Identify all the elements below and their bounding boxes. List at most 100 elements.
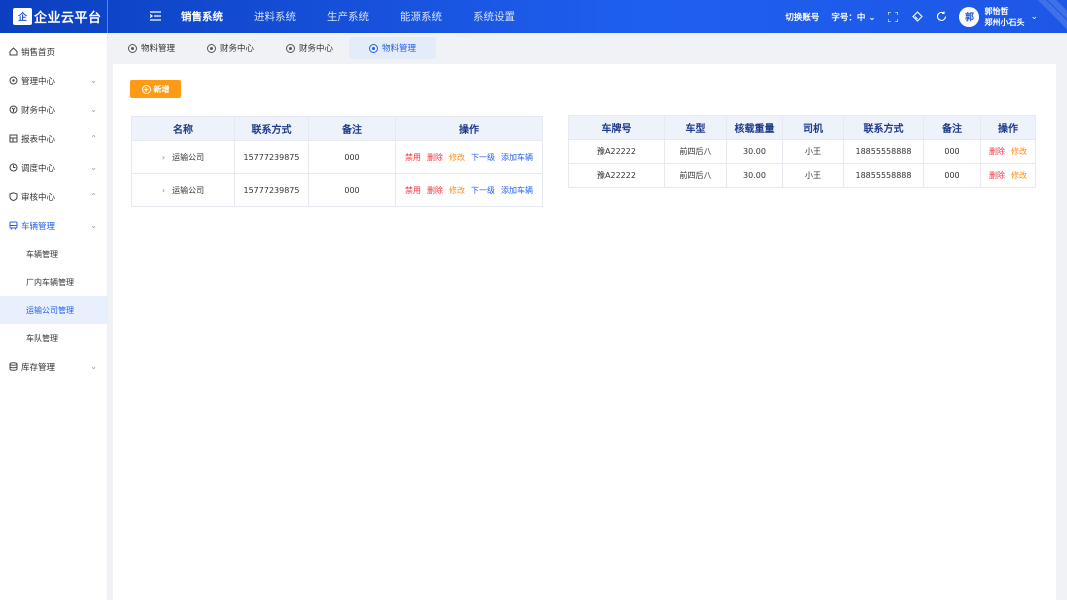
nav-energy[interactable]: 能源系统 — [400, 9, 442, 24]
sidebar-item-label: 审核中心 — [21, 192, 56, 203]
company-name: 运输公司 — [172, 185, 205, 195]
next-level-link[interactable]: 下一级 — [471, 186, 495, 195]
sidebar-item-vehicles[interactable]: 车辆管理 ⌄ — [0, 211, 107, 240]
driver-cell: 小王 — [782, 163, 844, 188]
brand[interactable]: 企 企业云平台 — [0, 0, 108, 33]
add-vehicle-link[interactable]: 添加车辆 — [501, 186, 533, 195]
tab-finance[interactable]: 财务中心 — [191, 37, 270, 59]
chevron-up-icon: ⌃ — [90, 192, 97, 201]
switch-account-button[interactable]: 切换账号 — [785, 11, 819, 23]
plate-cell: 豫A22222 — [568, 163, 665, 188]
sidebar-sub-factory-vehicles[interactable]: 厂内车辆管理 — [0, 268, 107, 296]
actions-cell: 禁用 删除 修改 下一级 添加车辆 — [395, 173, 543, 207]
edit-link[interactable]: 修改 — [449, 186, 465, 195]
sidebar-item-label: 调度中心 — [21, 163, 56, 174]
chevron-right-icon[interactable]: › — [162, 186, 165, 195]
tab-materials[interactable]: 物料管理 — [112, 37, 191, 59]
company-name: 运输公司 — [172, 152, 205, 162]
company-table: 名称 联系方式 备注 操作 › 运输公司 15777239875 000 禁用 删除… — [131, 116, 543, 207]
user-company: 郑州小石头 — [984, 17, 1025, 27]
delete-link[interactable]: 删除 — [427, 186, 443, 195]
user-info[interactable]: 郭怡哲 郑州小石头 — [984, 6, 1024, 28]
next-level-link[interactable]: 下一级 — [471, 153, 495, 162]
nav-sales[interactable]: 销售系统 — [181, 9, 223, 24]
tab-materials-active[interactable]: 物料管理 — [349, 37, 437, 59]
name-cell: › 运输公司 — [131, 173, 235, 207]
chevron-down-icon[interactable]: ⌄ — [1030, 12, 1038, 22]
clear-cache-icon[interactable] — [911, 11, 923, 23]
font-size-label: 字号：中 — [831, 12, 866, 23]
column-header-load: 核载重量 — [726, 115, 783, 140]
remark-cell: 000 — [923, 163, 981, 188]
sidebar-item-label: 报表中心 — [21, 134, 56, 145]
menu-toggle-icon[interactable] — [144, 10, 166, 24]
sidebar-sub-transport-companies[interactable]: 运输公司管理 — [0, 296, 107, 324]
chevron-right-icon[interactable]: › — [162, 153, 165, 162]
sidebar-item-label: 管理中心 — [21, 76, 56, 87]
plate-cell: 豫A22222 — [568, 139, 665, 164]
edit-link[interactable]: 修改 — [449, 153, 465, 162]
delete-link[interactable]: 删除 — [989, 147, 1005, 156]
plus-circle-icon: + — [141, 84, 151, 94]
edit-link[interactable]: 修改 — [1011, 171, 1027, 180]
column-header-plate: 车牌号 — [568, 115, 665, 140]
tab-finance-2[interactable]: 财务中心 — [270, 37, 349, 59]
sidebar-item-label: 销售首页 — [21, 47, 56, 58]
table-row: › 运输公司 15777239875 000 禁用 删除 修改 下一级 添加车辆 — [131, 173, 543, 207]
fullscreen-icon[interactable] — [887, 11, 899, 23]
remark-cell: 000 — [923, 139, 981, 164]
sidebar-item-audit[interactable]: 审核中心 ⌃ — [0, 182, 107, 211]
refresh-icon[interactable] — [935, 11, 947, 23]
phone-cell: 15777239875 — [234, 140, 309, 174]
remark-cell: 000 — [308, 140, 396, 174]
actions-cell: 删除 修改 — [980, 139, 1036, 164]
tab-label: 物料管理 — [382, 44, 417, 54]
home-icon — [8, 47, 18, 57]
tab-dot-icon — [207, 43, 217, 53]
column-header-actions: 操作 — [395, 116, 543, 141]
nav-production[interactable]: 生产系统 — [327, 9, 369, 24]
sidebar-item-label: 库存管理 — [21, 362, 56, 373]
tab-dot-icon — [128, 43, 137, 53]
phone-cell: 15777239875 — [234, 173, 309, 207]
avatar[interactable]: 郭 — [959, 6, 980, 27]
load-cell: 30.00 — [726, 139, 783, 164]
disable-link[interactable]: 禁用 — [405, 186, 421, 195]
column-header-type: 车型 — [664, 115, 727, 140]
delete-link[interactable]: 删除 — [427, 153, 443, 162]
nav-purchase[interactable]: 进料系统 — [254, 9, 296, 24]
gear-icon — [8, 76, 18, 86]
add-vehicle-link[interactable]: 添加车辆 — [501, 153, 533, 162]
vehicle-table: 车牌号 车型 核载重量 司机 联系方式 备注 操作 豫A22222 前四后八 3… — [568, 115, 1036, 188]
sidebar-item-reports[interactable]: 报表中心 ⌃ — [0, 124, 107, 153]
sidebar-sub-fleet-management[interactable]: 车队管理 — [0, 324, 107, 352]
column-header-name: 名称 — [131, 116, 235, 141]
column-header-contact: 联系方式 — [843, 115, 924, 140]
add-button[interactable]: + 新增 — [130, 80, 181, 98]
chevron-down-icon: ⌄ — [90, 362, 97, 371]
disable-link[interactable]: 禁用 — [405, 153, 421, 162]
phone-cell: 18855558888 — [843, 139, 924, 164]
actions-cell: 禁用 删除 修改 下一级 添加车辆 — [395, 140, 543, 174]
delete-link[interactable]: 删除 — [989, 171, 1005, 180]
tab-dot-icon — [286, 43, 296, 53]
font-size-select[interactable]: 字号：中 ⌄ — [831, 11, 875, 23]
tab-label: 财务中心 — [299, 44, 334, 54]
nav-settings[interactable]: 系统设置 — [473, 9, 515, 24]
table-row: › 运输公司 15777239875 000 禁用 删除 修改 下一级 添加车辆 — [131, 140, 543, 174]
top-header: 企 企业云平台 销售系统 进料系统 生产系统 能源系统 系统设置 切换账号 字号… — [0, 0, 1067, 33]
name-cell: › 运输公司 — [131, 140, 235, 174]
sidebar-item-inventory[interactable]: 库存管理 ⌄ — [0, 352, 107, 381]
add-button-label: 新增 — [153, 84, 170, 94]
sidebar-item-finance[interactable]: 财务中心 ⌄ — [0, 95, 107, 124]
tab-label: 财务中心 — [220, 44, 255, 54]
sidebar-item-sales-home[interactable]: 销售首页 — [0, 37, 107, 66]
sidebar-item-management[interactable]: 管理中心 ⌄ — [0, 66, 107, 95]
brand-logo-icon: 企 — [13, 8, 32, 25]
phone-cell: 18855558888 — [843, 163, 924, 188]
sidebar-item-dispatch[interactable]: 调度中心 ⌄ — [0, 153, 107, 182]
sidebar-sub-vehicle-management[interactable]: 车辆管理 — [0, 240, 107, 268]
tab-label: 物料管理 — [141, 44, 176, 54]
edit-link[interactable]: 修改 — [1011, 147, 1027, 156]
column-header-contact: 联系方式 — [234, 116, 309, 141]
